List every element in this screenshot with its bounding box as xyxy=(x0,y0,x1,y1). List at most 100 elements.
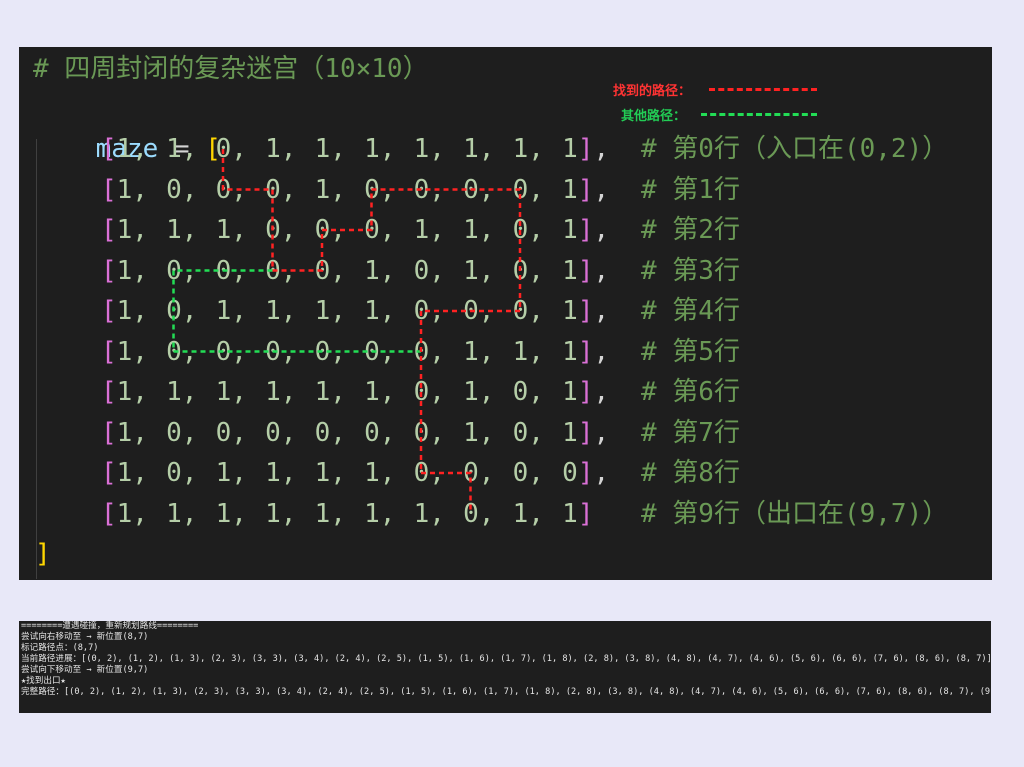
row-close-bracket: ] xyxy=(577,498,594,529)
row-close-bracket: ] xyxy=(577,296,594,326)
terminal-line: 标记路径点：(8,7) xyxy=(21,643,99,653)
maze-cell: 1, xyxy=(314,458,346,488)
maze-cell: 1, xyxy=(116,458,148,488)
maze-cell: 1, xyxy=(314,498,346,529)
maze-cell: 1, xyxy=(116,417,148,448)
maze-cell: 0, xyxy=(265,174,297,205)
maze-cell: 1 xyxy=(562,255,578,286)
maze-cell: 1, xyxy=(116,377,148,407)
terminal-line: 尝试向右移动至 → 新位置(8,7) xyxy=(21,632,149,642)
row-close-bracket: ] xyxy=(577,215,594,245)
maze-row-6: [1, 1, 1, 1, 1, 1, 0, 1, 0, 1], xyxy=(101,372,609,412)
maze-cell: 1, xyxy=(265,458,297,488)
maze-cell: 0, xyxy=(364,215,396,245)
maze-cell: 0, xyxy=(463,458,495,488)
row-open-bracket: [ xyxy=(101,255,117,286)
row-open-bracket: [ xyxy=(101,377,117,407)
row-comment-6: # 第6行 xyxy=(641,377,740,407)
maze-cell: 1 xyxy=(562,174,578,205)
maze-row-2: [1, 1, 1, 0, 0, 0, 1, 1, 0, 1], xyxy=(101,210,609,250)
maze-cell: 0, xyxy=(215,174,247,205)
maze-cell: 1 xyxy=(562,498,578,529)
maze-cell: 1 xyxy=(562,134,578,164)
maze-cell: 0, xyxy=(413,174,445,205)
maze-cell: 0, xyxy=(512,174,544,205)
maze-cell: 1, xyxy=(314,296,346,326)
row-comment-9: # 第9行（出口在(9,7)） xyxy=(641,498,949,529)
code-editor[interactable]: # 四周封闭的复杂迷宫（10×10） maze = [ [1, 1, 0, 1, 1, 1… xyxy=(19,47,992,580)
row-open-bracket: [ xyxy=(101,498,117,529)
maze-cell: 0, xyxy=(166,296,198,326)
legend-found-line xyxy=(709,88,817,91)
close-bracket: ] xyxy=(35,539,51,569)
maze-cell: 0, xyxy=(314,215,346,245)
maze-cell: 0, xyxy=(215,336,247,367)
maze-cell: 0, xyxy=(463,498,495,529)
row-comma: , xyxy=(593,458,610,488)
maze-cell: 1, xyxy=(116,255,148,286)
maze-row-8: [1, 0, 1, 1, 1, 1, 0, 0, 0, 0], xyxy=(101,453,609,493)
maze-cell: 0, xyxy=(215,417,247,448)
maze-cell: 1, xyxy=(512,336,544,367)
maze-cell: 1, xyxy=(364,255,396,286)
maze-cell: 1, xyxy=(314,134,346,164)
maze-cell: 1, xyxy=(463,215,495,245)
maze-cell: 0, xyxy=(166,336,198,367)
maze-cell: 1 xyxy=(562,215,578,245)
row-comma: , xyxy=(593,255,610,286)
maze-cell: 1, xyxy=(463,336,495,367)
maze-cell: 1, xyxy=(215,498,247,529)
row-comment-2: # 第2行 xyxy=(641,215,740,245)
row-comment-5: # 第5行 xyxy=(641,336,740,367)
maze-cell: 1, xyxy=(116,336,148,367)
maze-cell: 1, xyxy=(364,377,396,407)
maze-cell: 1, xyxy=(215,296,247,326)
row-open-bracket: [ xyxy=(101,336,117,367)
maze-cell: 1 xyxy=(562,417,578,448)
indent-guide xyxy=(36,139,37,579)
row-close-bracket: ] xyxy=(577,134,594,164)
maze-cell: 0 xyxy=(562,458,578,488)
row-comment-1: # 第1行 xyxy=(641,174,740,205)
row-comment-7: # 第7行 xyxy=(641,417,740,448)
maze-cell: 0, xyxy=(413,377,445,407)
maze-cell: 1, xyxy=(166,377,198,407)
maze-cell: 0, xyxy=(413,296,445,326)
maze-cell: 1, xyxy=(215,458,247,488)
row-comment-0: # 第0行（入口在(0,2)） xyxy=(641,134,949,164)
row-open-bracket: [ xyxy=(101,215,117,245)
maze-cell: 1, xyxy=(463,134,495,164)
maze-cell: 1, xyxy=(314,174,346,205)
maze-cell: 1, xyxy=(116,498,148,529)
legend-other-line xyxy=(701,113,817,116)
maze-row-0: [1, 1, 0, 1, 1, 1, 1, 1, 1, 1], xyxy=(101,129,609,169)
maze-cell: 0, xyxy=(512,417,544,448)
maze-cell: 0, xyxy=(166,458,198,488)
row-close-bracket: ] xyxy=(577,458,594,488)
maze-cell: 1, xyxy=(463,377,495,407)
legend-other-label: 其他路径： xyxy=(621,109,687,124)
row-comment-8: # 第8行 xyxy=(641,458,740,488)
maze-cell: 0, xyxy=(413,255,445,286)
maze-row-4: [1, 0, 1, 1, 1, 1, 0, 0, 0, 1], xyxy=(101,291,609,331)
maze-cell: 0, xyxy=(215,255,247,286)
row-comment-4: # 第4行 xyxy=(641,296,740,326)
row-open-bracket: [ xyxy=(101,174,117,205)
maze-cell: 1, xyxy=(166,498,198,529)
maze-cell: 1, xyxy=(116,215,148,245)
maze-cell: 0, xyxy=(364,417,396,448)
title-comment: # 四周封闭的复杂迷宫（10×10） xyxy=(33,54,429,84)
maze-row-3: [1, 0, 0, 0, 0, 1, 0, 1, 0, 1], xyxy=(101,251,609,291)
maze-cell: 1, xyxy=(364,458,396,488)
maze-cell: 0, xyxy=(512,377,544,407)
maze-cell: 1, xyxy=(166,215,198,245)
maze-cell: 0, xyxy=(512,296,544,326)
maze-cell: 1, xyxy=(413,215,445,245)
maze-cell: 1, xyxy=(512,498,544,529)
maze-cell: 0, xyxy=(215,134,247,164)
maze-cell: 1 xyxy=(562,377,578,407)
maze-cell: 0, xyxy=(314,417,346,448)
row-close-bracket: ] xyxy=(577,336,594,367)
maze-cell: 1, xyxy=(215,377,247,407)
terminal-output[interactable]: ========遭遇碰撞，重新规划路线======== 尝试向右移动至 → 新位置… xyxy=(19,621,991,713)
